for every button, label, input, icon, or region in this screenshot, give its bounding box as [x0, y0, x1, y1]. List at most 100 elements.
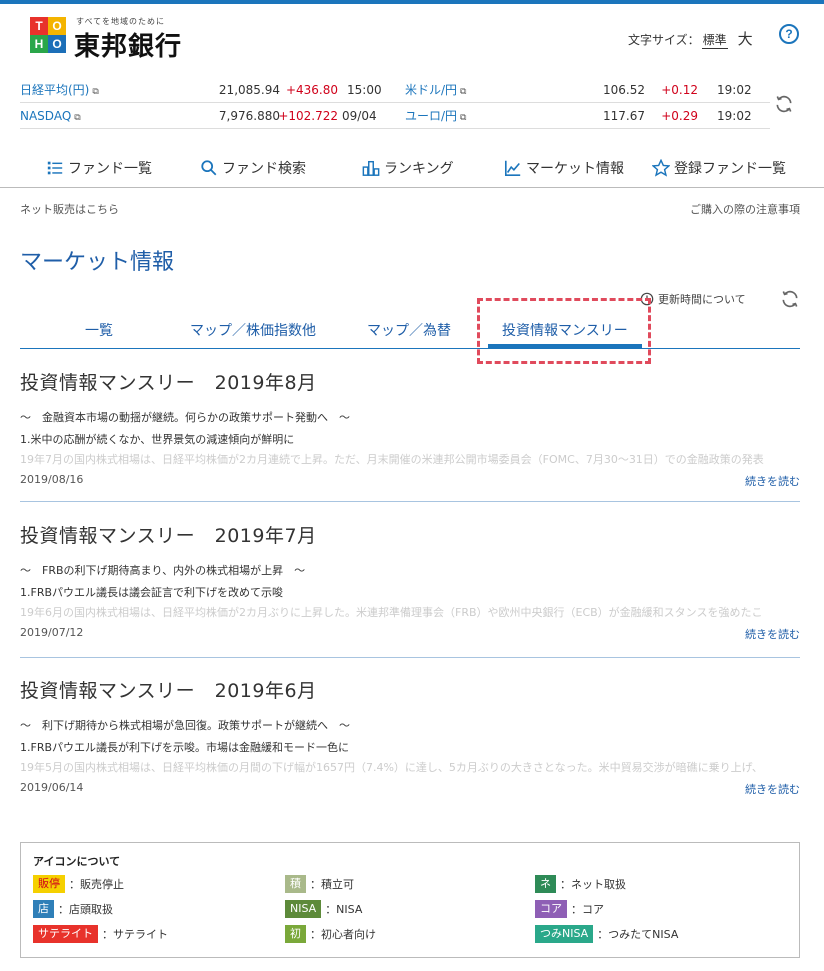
ticker-change: +102.722: [278, 109, 338, 123]
star-icon: [652, 159, 670, 177]
tab-map-forex[interactable]: マップ／為替: [367, 320, 451, 340]
article-item: 投資情報マンスリー 2019年8月 ～ 金融資本市場の動揺が継続。何らかの政策サ…: [20, 368, 800, 491]
logo-letter: O: [48, 17, 66, 35]
external-link-icon: ⧉: [460, 87, 467, 97]
highlight-box: [477, 298, 651, 364]
article-item: 投資情報マンスリー 2019年6月 ～ 利下げ期待から株式相場が急回復。政策サポ…: [20, 676, 800, 799]
status-badge: ネ: [535, 875, 556, 893]
update-time-link[interactable]: 更新時間について: [640, 291, 746, 307]
article-preview: 19年6月の国内株式相場は、日経平均株価が2カ月ぶりに上昇した。米連邦準備理事会…: [20, 606, 763, 619]
article-title[interactable]: 投資情報マンスリー 2019年7月: [20, 521, 800, 548]
tab-overview[interactable]: 一覧: [85, 320, 113, 340]
legend-desc: ：店頭取扱: [58, 903, 113, 916]
ticker-item-nikkei[interactable]: 日経平均(円) ⧉: [20, 78, 99, 105]
legend-item: 販停 ：販売停止: [33, 875, 124, 893]
legend-item: NISA ：NISA: [285, 900, 362, 918]
article-preview: 19年7月の国内株式相場は、日経平均株価が2カ月連続で上昇。ただ、月末開催の米連…: [20, 453, 764, 466]
article-footer: 2019/06/14 続きを読む: [20, 781, 800, 799]
article-item: 投資情報マンスリー 2019年7月 ～ FRBの利下げ期待高まり、内外の株式相場…: [20, 521, 800, 644]
article-subtitle: ～ 金融資本市場の動揺が継続。何らかの政策サポート発動へ ～: [20, 411, 350, 424]
legend-item: 初 ：初心者向け: [285, 925, 376, 943]
page-title: マーケット情報: [20, 250, 175, 275]
ticker-time: 19:02: [717, 83, 752, 97]
nav-item-registered-funds[interactable]: 登録ファンド一覧: [652, 158, 786, 178]
legend-item: 店 ：店頭取扱: [33, 900, 113, 918]
market-tabs: 一覧 マップ／株価指数他 マップ／為替 投資情報マンスリー: [20, 314, 800, 349]
nav-item-ranking[interactable]: ランキング: [362, 158, 454, 178]
status-badge: 初: [285, 925, 306, 943]
ticker-name: 米ドル/円: [405, 83, 458, 97]
logo-letter: H: [30, 35, 48, 53]
external-link-icon: ⧉: [460, 113, 467, 123]
ticker-item-nasdaq[interactable]: NASDAQ ⧉: [20, 104, 81, 131]
nav-item-fund-search[interactable]: ファンド検索: [200, 158, 306, 178]
article-date: 2019/06/14: [20, 781, 84, 794]
nav-item-label: ファンド検索: [222, 161, 306, 177]
legend-desc: ：サテライト: [102, 928, 168, 941]
ticker-change: +436.80: [285, 83, 338, 97]
status-badge: コア: [535, 900, 567, 918]
chart-icon: [504, 160, 521, 177]
legend-desc: ：初心者向け: [310, 928, 376, 941]
ticker-change: +0.12: [661, 83, 698, 97]
article-date: 2019/08/16: [20, 473, 84, 486]
help-icon[interactable]: ?: [779, 24, 799, 44]
nav-item-market-info[interactable]: マーケット情報: [504, 158, 624, 178]
legend-item: コア ：コア: [535, 900, 604, 918]
main-nav: ファンド一覧 ファンド検索 ランキング マーケット情報 登録ファンド一覧: [0, 152, 824, 188]
nav-item-label: 登録ファンド一覧: [674, 161, 786, 177]
status-badge: 店: [33, 900, 54, 918]
article-title[interactable]: 投資情報マンスリー 2019年6月: [20, 676, 800, 703]
external-link-icon: ⧉: [74, 113, 81, 123]
nav-item-label: ランキング: [384, 161, 454, 177]
legend-desc: ：販売停止: [69, 878, 124, 891]
ticker-time: 19:02: [717, 109, 752, 123]
refresh-icon[interactable]: [780, 289, 800, 309]
logo-letter: T: [30, 17, 48, 35]
bank-logo[interactable]: T O H O: [30, 17, 66, 53]
tab-map-stock-index[interactable]: マップ／株価指数他: [190, 320, 316, 340]
legend-desc: ：積立可: [310, 878, 354, 891]
article-title[interactable]: 投資情報マンスリー 2019年8月: [20, 368, 800, 395]
purchase-notes-link[interactable]: ご購入の際の注意事項: [690, 201, 800, 217]
market-ticker: 日経平均(円) ⧉ 21,085.94 +436.80 15:00 米ドル/円 ⧉ …: [20, 78, 770, 132]
font-size-standard-button[interactable]: 標準: [701, 31, 728, 49]
legend-item: ネ ：ネット取扱: [535, 875, 626, 893]
article-footer: 2019/07/12 続きを読む: [20, 626, 800, 644]
ticker-name: 日経平均(円): [20, 83, 90, 97]
article-divider: [20, 501, 800, 502]
icon-legend: アイコンについて 販停 ：販売停止 積 ：積立可 ネ ：ネット取扱 店 ：店頭取…: [20, 842, 800, 958]
status-badge: つみNISA: [535, 925, 594, 943]
status-badge: 販停: [33, 875, 65, 893]
external-link-icon: ⧉: [92, 87, 99, 97]
status-badge: 積: [285, 875, 306, 893]
article-subtitle: ～ FRBの利下げ期待高まり、内外の株式相場が上昇 ～: [20, 564, 306, 577]
ticker-change: +0.29: [661, 109, 698, 123]
legend-desc: ：ネット取扱: [560, 878, 626, 891]
nav-item-label: マーケット情報: [526, 161, 624, 177]
article-heading: 1.FRBパウエル議長が利下げを示唆。市場は金融緩和モード一色に: [20, 741, 350, 754]
read-more-link[interactable]: 続きを読む: [745, 473, 800, 489]
article-divider: [20, 657, 800, 658]
article-footer: 2019/08/16 続きを読む: [20, 473, 800, 491]
article-preview: 19年5月の国内株式相場は、日経平均株価の月間の下げ幅が1657円（7.4%）に…: [20, 761, 763, 774]
site-header: T O H O すべてを地域のために 東邦銀行 文字サイズ： 標準大 ?: [0, 4, 824, 70]
legend-desc: ：NISA: [325, 903, 363, 916]
ticker-item-eurjpy[interactable]: ユーロ/円 ⧉: [405, 104, 466, 131]
ticker-name: ユーロ/円: [405, 109, 458, 123]
ticker-name: NASDAQ: [20, 109, 72, 123]
ticker-row: 日経平均(円) ⧉ 21,085.94 +436.80 15:00 米ドル/円 ⧉ …: [20, 78, 770, 103]
bank-name[interactable]: 東邦銀行: [74, 26, 182, 63]
read-more-link[interactable]: 続きを読む: [745, 781, 800, 797]
status-badge: サテライト: [33, 925, 98, 943]
ticker-item-usdjpy[interactable]: 米ドル/円 ⧉: [405, 78, 466, 105]
read-more-link[interactable]: 続きを読む: [745, 626, 800, 642]
logo-letter: O: [48, 35, 66, 53]
nav-item-fund-list[interactable]: ファンド一覧: [46, 158, 152, 178]
font-size-large-button[interactable]: 大: [738, 30, 753, 48]
search-icon: [201, 160, 217, 176]
legend-item: 積 ：積立可: [285, 875, 354, 893]
ticker-row: NASDAQ ⧉ 7,976.880 +102.722 09/04 ユーロ/円 ⧉ …: [20, 104, 770, 129]
refresh-icon[interactable]: [774, 94, 794, 114]
net-sales-link[interactable]: ネット販売はこちら: [20, 201, 119, 217]
